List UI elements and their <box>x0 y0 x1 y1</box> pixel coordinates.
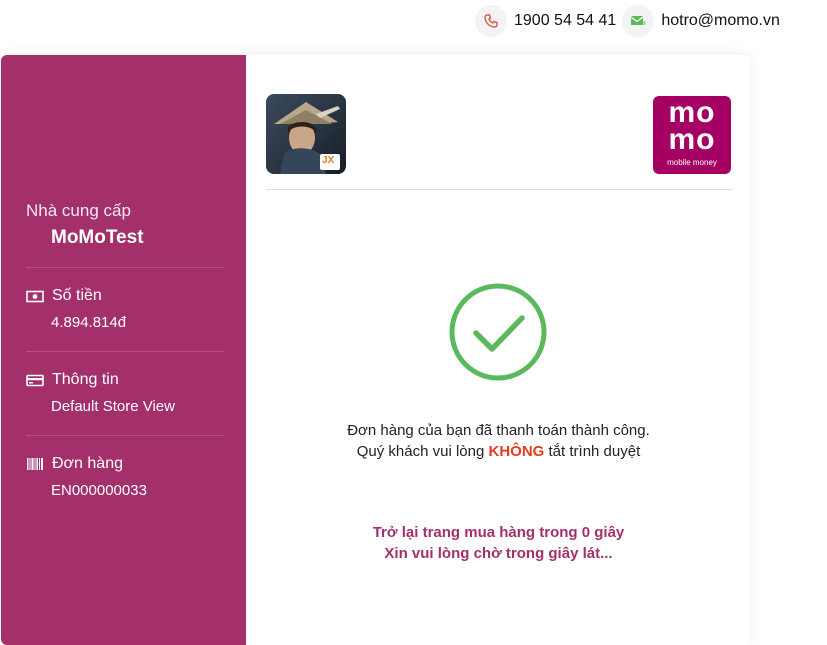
success-message: Đơn hàng của bạn đã thanh toán thành côn… <box>347 422 650 439</box>
contact-bar: 1900 54 54 41 hotro@momo.vn <box>475 4 786 38</box>
amount-label: Số tiền <box>52 287 102 304</box>
info-label: Thông tin <box>52 371 119 388</box>
browser-warning: Quý khách vui lòng KHÔNG tắt trình duyệt <box>246 443 750 460</box>
mail-icon <box>622 5 655 37</box>
momo-logo-bottom: mo <box>668 123 716 156</box>
header-divider <box>266 189 732 190</box>
order-value: EN000000033 <box>51 482 147 499</box>
sidebar-divider <box>26 351 224 352</box>
warning-emphasis: KHÔNG <box>488 443 545 460</box>
phone-icon <box>475 5 507 37</box>
email-address: hotro@momo.vn <box>661 12 780 29</box>
payment-result-panel: JX mo mo mobile money Đơn hàng của bạn đ… <box>246 55 750 645</box>
amount-heading: Số tiền <box>26 287 102 305</box>
money-icon <box>26 289 44 303</box>
payment-card: Nhà cung cấp MoMoTest Số tiền 4.894.814đ <box>1 55 750 645</box>
provider-name: MoMoTest <box>51 227 144 248</box>
warning-prefix: Quý khách vui lòng <box>356 443 485 460</box>
amount-value: 4.894.814đ <box>51 314 127 331</box>
momo-logo-tagline: mobile money <box>667 158 717 167</box>
info-heading: Thông tin <box>26 371 119 389</box>
email-contact[interactable]: hotro@momo.vn <box>622 5 780 37</box>
order-label: Đơn hàng <box>52 455 123 472</box>
phone-contact[interactable]: 1900 54 54 41 <box>475 5 616 37</box>
order-sidebar: Nhà cung cấp MoMoTest Số tiền 4.894.814đ <box>1 55 246 645</box>
info-value: Default Store View <box>51 398 175 415</box>
success-check-icon <box>448 282 548 382</box>
phone-number: 1900 54 54 41 <box>514 12 617 29</box>
warning-suffix: tắt trình duyệt <box>548 443 641 460</box>
redirect-countdown: Trở lại trang mua hàng trong 0 giây <box>372 524 625 541</box>
credit-card-icon <box>26 373 44 387</box>
provider-label: Nhà cung cấp <box>26 201 131 220</box>
barcode-icon <box>26 457 44 471</box>
sidebar-divider <box>26 267 224 268</box>
merchant-logo-text: JX <box>322 155 335 166</box>
redirect-wait-note: Xin vui lòng chờ trong giây lát... <box>384 545 613 562</box>
momo-logo: mo mo mobile money <box>653 96 731 174</box>
merchant-logo: JX <box>266 94 346 174</box>
sidebar-divider <box>26 435 224 436</box>
order-heading: Đơn hàng <box>26 455 123 473</box>
